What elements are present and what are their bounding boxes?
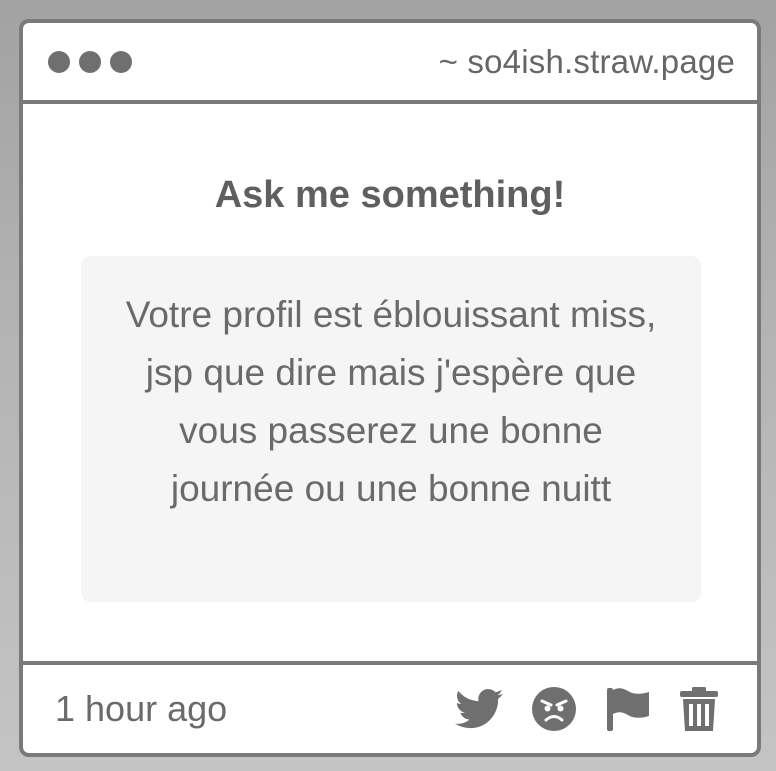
twitter-icon	[455, 689, 503, 729]
card-content: Ask me something! Votre profil est éblou…	[23, 108, 757, 658]
window-dot	[48, 50, 70, 73]
question-box: Votre profil est éblouissant miss, jsp q…	[81, 256, 701, 602]
timestamp: 1 hour ago	[55, 688, 228, 729]
share-twitter-button[interactable]	[455, 689, 503, 729]
delete-button[interactable]	[679, 686, 719, 732]
action-bar	[455, 686, 719, 732]
window-dot	[110, 50, 132, 73]
trash-icon	[680, 687, 718, 731]
card-footer: 1 hour ago	[23, 661, 757, 753]
window-dots	[48, 50, 132, 73]
question-card: ~ so4ish.straw.page Ask me something! Vo…	[19, 19, 761, 757]
report-button[interactable]	[605, 686, 651, 732]
angry-face-icon	[532, 687, 576, 731]
page-url[interactable]: ~ so4ish.straw.page	[439, 43, 735, 81]
react-angry-button[interactable]	[531, 686, 577, 732]
flag-icon	[607, 688, 649, 731]
window-dot	[79, 50, 101, 73]
window-titlebar: ~ so4ish.straw.page	[23, 23, 757, 104]
question-text: Votre profil est éblouissant miss, jsp q…	[125, 294, 657, 509]
page-title: Ask me something!	[214, 174, 566, 216]
